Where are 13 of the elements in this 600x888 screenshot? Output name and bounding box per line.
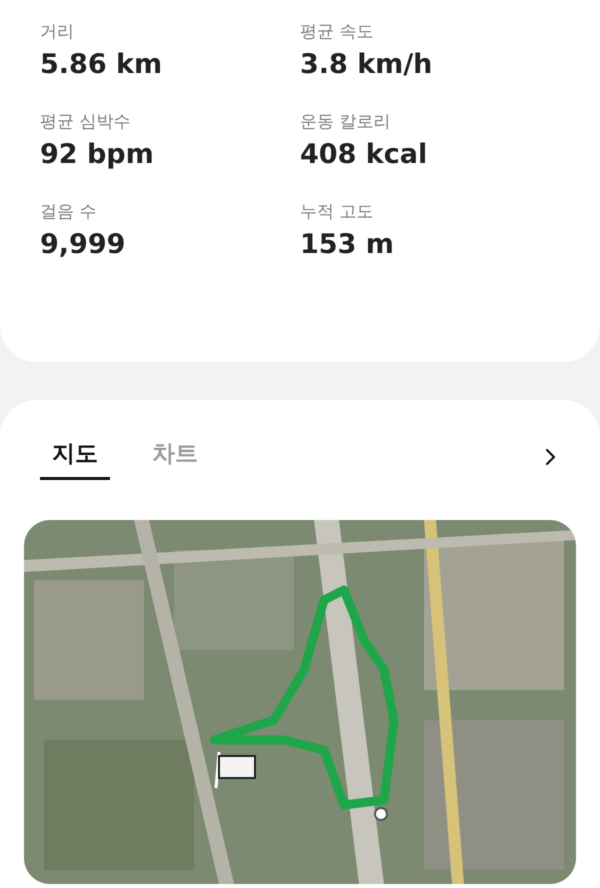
stat-label: 걸음 수 [40, 201, 98, 223]
stat-value: 408 kcal [300, 139, 428, 170]
stat-value: 92 bpm [40, 139, 155, 170]
stat-value: 9,999 [40, 229, 126, 260]
stat-label: 평균 속도 [300, 21, 374, 43]
stat-label: 운동 칼로리 [300, 111, 392, 133]
stat-value: 5.86 km [40, 49, 164, 80]
stat-label: 평균 심박수 [40, 111, 132, 133]
tab[interactable]: 지도 [40, 434, 110, 480]
stat-label: 누적 고도 [300, 201, 374, 223]
stat-label: 거리 [40, 21, 75, 43]
stat-value: 153 m [300, 229, 395, 260]
stat-value: 3.8 km/h [300, 49, 434, 80]
